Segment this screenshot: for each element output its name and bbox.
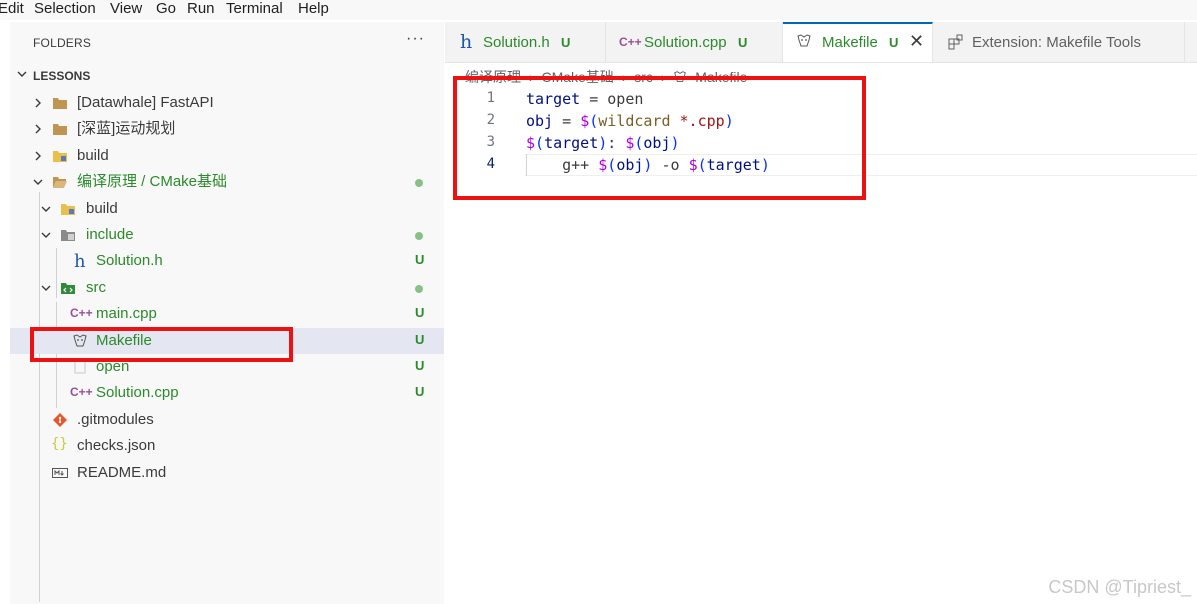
- h-file-icon: h: [460, 31, 473, 53]
- editor-tab-bar: h Solution.h U C++ Solution.cpp U Makefi…: [445, 22, 1197, 63]
- tree-item-datawhale-fastapi[interactable]: [Datawhale] FastAPI: [10, 90, 444, 116]
- tree-item-main-cpp[interactable]: C++ main.cpp U: [10, 301, 444, 327]
- menu-view[interactable]: View: [110, 0, 142, 18]
- folder-include-icon: [61, 230, 75, 241]
- folder-icon: [53, 124, 67, 135]
- tree-item-label: src: [86, 279, 106, 296]
- tab-solution-cpp[interactable]: C++ Solution.cpp U: [606, 22, 783, 62]
- tree-item-checks-json[interactable]: {} checks.json: [10, 433, 444, 459]
- untracked-badge: U: [415, 358, 425, 373]
- tab-label: Extension: Makefile Tools: [972, 34, 1141, 51]
- menu-bar: Edit Selection View Go Run Terminal Help: [0, 0, 1197, 20]
- tree-item-label: [深蓝]运动规划: [77, 120, 176, 137]
- untracked-badge: U: [415, 305, 425, 320]
- explorer-sidebar: FOLDERS ··· LESSONS [Datawhale] FastAPI …: [10, 22, 444, 604]
- menu-help[interactable]: Help: [298, 0, 329, 18]
- chevron-right-icon: [35, 98, 41, 108]
- watermark: CSDN @Tipriest_: [1048, 577, 1191, 597]
- chevron-down-icon: [17, 71, 27, 77]
- tree-item-label: 编译原理 / CMake基础: [77, 173, 228, 190]
- markdown-icon: [52, 468, 68, 478]
- chevron-right-icon: [35, 124, 41, 134]
- chevron-right-icon: [35, 151, 41, 161]
- tree-item-build-root[interactable]: build: [10, 143, 444, 169]
- tree-item-label: main.cpp: [96, 305, 157, 322]
- chevron-down-icon: [33, 179, 43, 185]
- chevron-down-icon: [41, 285, 51, 291]
- workspace-name: LESSONS: [33, 69, 91, 83]
- tree-item-label: build: [86, 200, 118, 217]
- tree-item-solution-cpp[interactable]: C++ Solution.cpp U: [10, 380, 444, 406]
- tab-untracked-badge: U: [889, 35, 899, 50]
- tab-label: Solution.cpp: [644, 34, 727, 51]
- tree-item-cmake-basics[interactable]: 编译原理 / CMake基础: [10, 169, 444, 195]
- folder-build-icon: [53, 151, 67, 162]
- menu-selection[interactable]: Selection: [34, 0, 96, 18]
- tree-item-include[interactable]: include: [10, 222, 444, 248]
- tab-untracked-badge: U: [738, 35, 748, 50]
- close-icon[interactable]: ✕: [909, 31, 924, 52]
- tree-item-src[interactable]: src: [10, 275, 444, 301]
- folder-icon: [53, 98, 67, 109]
- highlight-box-code: [453, 76, 866, 200]
- modified-dot: [415, 232, 423, 240]
- folder-build-icon: [61, 204, 75, 215]
- tree-item-shenlan-planning[interactable]: [深蓝]运动规划: [10, 116, 444, 142]
- menu-run[interactable]: Run: [187, 0, 215, 18]
- tab-label: Makefile: [822, 34, 878, 51]
- explorer-section-title: FOLDERS: [33, 36, 92, 50]
- more-actions-icon[interactable]: ···: [406, 30, 425, 48]
- tab-makefile[interactable]: Makefile U ✕: [783, 22, 933, 62]
- tree-item-label: README.md: [77, 464, 167, 481]
- json-icon: {}: [51, 436, 68, 452]
- tree-item-label: Solution.cpp: [96, 384, 179, 401]
- tab-extension-makefile-tools[interactable]: Extension: Makefile Tools: [933, 22, 1185, 62]
- h-file-icon: h: [74, 251, 86, 272]
- folder-open-icon: [53, 177, 67, 188]
- extensions-icon: [948, 34, 963, 50]
- workspace-header[interactable]: LESSONS: [10, 66, 444, 88]
- tree-item-label: checks.json: [77, 437, 156, 454]
- untracked-badge: U: [415, 332, 425, 347]
- cpp-file-icon: C++: [619, 35, 642, 49]
- menu-go[interactable]: Go: [156, 0, 176, 18]
- menu-terminal[interactable]: Terminal: [226, 0, 283, 18]
- chevron-down-icon: [41, 232, 51, 238]
- tree-item-label: include: [86, 226, 134, 243]
- tree-item-label: build: [77, 147, 109, 164]
- tree-item-label: .gitmodules: [77, 411, 154, 428]
- highlight-box-makefile: [30, 327, 293, 362]
- modified-dot: [415, 179, 423, 187]
- makefile-icon: [797, 34, 811, 47]
- modified-dot: [415, 285, 423, 293]
- tree-item-label: Solution.h: [96, 252, 163, 269]
- chevron-down-icon: [41, 206, 51, 212]
- cpp-file-icon: C++: [70, 385, 93, 399]
- tree-item-build-nested[interactable]: build: [10, 196, 444, 222]
- tree-item-solution-h[interactable]: h Solution.h U: [10, 248, 444, 274]
- tab-solution-h[interactable]: h Solution.h U: [445, 22, 606, 62]
- untracked-badge: U: [415, 252, 425, 267]
- git-icon: [53, 413, 67, 427]
- tab-label: Solution.h: [483, 34, 550, 51]
- tree-item-label: [Datawhale] FastAPI: [77, 94, 214, 111]
- folder-src-icon: [61, 283, 75, 294]
- cpp-file-icon: C++: [70, 306, 93, 320]
- untracked-badge: U: [415, 384, 425, 399]
- menu-edit[interactable]: Edit: [0, 0, 24, 18]
- tree-item-readme[interactable]: README.md: [10, 460, 444, 486]
- tree-item-gitmodules[interactable]: .gitmodules: [10, 407, 444, 433]
- tab-untracked-badge: U: [561, 35, 571, 50]
